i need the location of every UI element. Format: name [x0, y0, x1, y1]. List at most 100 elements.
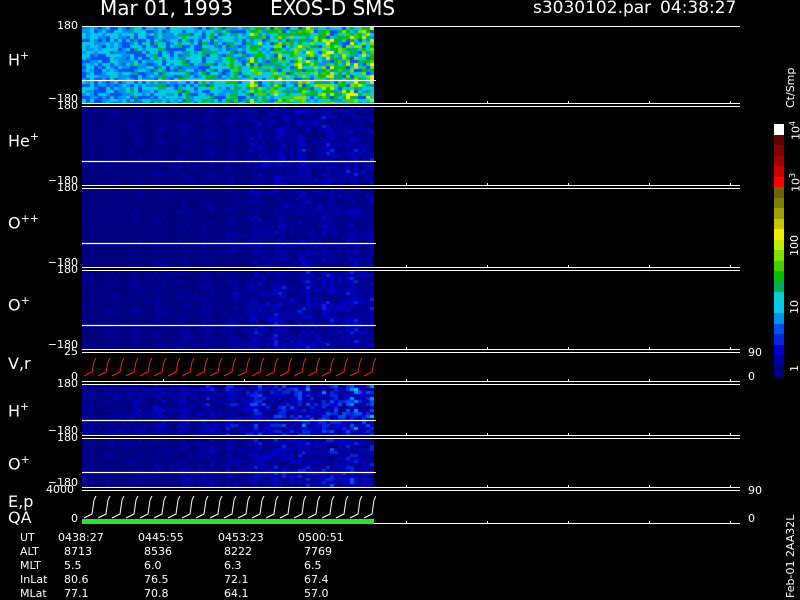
x-tick-mark	[487, 379, 488, 382]
species-label-0: H+	[8, 49, 30, 70]
x-tick-mark	[406, 183, 407, 186]
x-tick-mark	[649, 265, 650, 268]
spectrogram	[82, 385, 374, 435]
x-tick-mark	[406, 433, 407, 436]
colorbar-swatch	[774, 323, 784, 335]
x-tick-mark	[487, 101, 488, 104]
colorbar	[774, 124, 784, 377]
x-tick-mark	[649, 101, 650, 104]
x-tick-mark	[406, 265, 407, 268]
y-tick-top-1: 180	[57, 99, 78, 112]
colorbar-swatch	[774, 176, 784, 188]
right-tick-top-7: 90	[748, 484, 762, 497]
y-tick-top-3: 180	[57, 263, 78, 276]
table-row-label: MLT	[20, 559, 41, 572]
colorbar-swatch	[774, 271, 784, 282]
x-tick-mark	[730, 347, 731, 350]
colorbar-tick-1: 1	[788, 365, 800, 372]
y-tick-top-6: 180	[57, 431, 78, 444]
colorbar-swatch	[774, 292, 784, 303]
species-label-5: H+	[8, 399, 30, 420]
x-tick-mark	[568, 485, 569, 488]
y-tick-bottom-7: 0	[71, 512, 78, 525]
x-tick-mark	[730, 265, 731, 268]
zero-line	[82, 243, 376, 244]
colorbar-label: Ct/Smp	[784, 67, 797, 108]
y-tick-top-4: 25	[64, 345, 78, 358]
right-tick-bottom-7: 0	[748, 512, 755, 525]
spectrogram	[82, 271, 374, 349]
x-tick-mark	[568, 347, 569, 350]
table-cell: 0438:27	[58, 531, 104, 544]
x-tick-mark	[568, 521, 569, 524]
zero-line	[82, 325, 376, 326]
sawtooth-trace	[82, 495, 376, 524]
species-label-6: O+	[8, 453, 30, 474]
species-label-3: O+	[8, 294, 30, 315]
species-label-2: O++	[8, 212, 40, 233]
colorbar-swatch	[774, 313, 784, 324]
x-tick-mark	[406, 379, 407, 382]
species-label-qa: QA	[8, 508, 32, 527]
colorbar-swatch	[774, 218, 784, 230]
colorbar-swatch	[774, 250, 784, 261]
table-row-label: ALT	[20, 545, 39, 558]
table-row-label: InLat	[20, 573, 48, 586]
colorbar-swatch	[774, 355, 784, 366]
spectrogram	[82, 439, 374, 487]
table-cell: 67.4	[304, 573, 329, 586]
x-tick-mark	[649, 183, 650, 186]
sawtooth-path	[83, 495, 376, 519]
zero-line	[82, 80, 376, 81]
x-tick-mark	[487, 183, 488, 186]
y-tick-top-5: 180	[57, 377, 78, 390]
panel-5	[82, 384, 740, 436]
table-cell: 70.8	[144, 587, 169, 600]
x-tick-mark	[730, 183, 731, 186]
header-date: Mar 01, 1993	[100, 0, 234, 20]
species-label-4: V,r	[8, 354, 31, 373]
colorbar-swatch	[774, 260, 784, 272]
header-instrument: EXOS-D SMS	[270, 0, 396, 20]
x-tick-mark	[649, 379, 650, 382]
panel-3	[82, 270, 740, 350]
species-label-1: He+	[8, 130, 40, 151]
table-cell: 80.6	[64, 573, 89, 586]
zero-line	[82, 472, 376, 473]
panel-2	[82, 188, 740, 268]
sawtooth-path	[83, 357, 376, 377]
x-tick-mark	[487, 433, 488, 436]
colorbar-swatch	[774, 334, 784, 345]
side-label: Feb-01 2AA32L	[784, 514, 797, 598]
x-tick-mark	[730, 485, 731, 488]
x-tick-mark	[487, 347, 488, 350]
table-cell: 8713	[64, 545, 92, 558]
table-cell: 77.1	[64, 587, 89, 600]
table-cell: 6.5	[304, 559, 322, 572]
colorbar-tick-100: 100	[788, 235, 800, 256]
table-cell: 0445:55	[138, 531, 184, 544]
colorbar-swatch	[774, 197, 784, 209]
table-row-label: UT	[20, 531, 35, 544]
header-file: s3030102.par	[533, 0, 652, 18]
sawtooth-trace	[83, 357, 376, 377]
colorbar-swatch	[774, 344, 784, 356]
table-cell: 5.5	[64, 559, 82, 572]
panel-6	[82, 438, 740, 488]
x-tick-mark	[487, 521, 488, 524]
x-tick-mark	[406, 521, 407, 524]
x-tick-mark	[730, 521, 731, 524]
colorbar-swatch	[774, 281, 784, 293]
x-tick-mark	[406, 101, 407, 104]
colorbar-swatch	[774, 145, 784, 156]
colorbar-swatch	[774, 239, 784, 251]
header-time: 04:38:27	[660, 0, 737, 18]
table-row-label: MLat	[20, 587, 47, 600]
zero-line	[82, 161, 376, 162]
colorbar-tick-10: 10	[788, 300, 800, 314]
spectrogram	[82, 189, 374, 267]
qa-bar	[82, 519, 374, 524]
colorbar-swatch	[774, 124, 784, 135]
x-tick-mark	[487, 265, 488, 268]
x-tick-mark	[649, 347, 650, 350]
